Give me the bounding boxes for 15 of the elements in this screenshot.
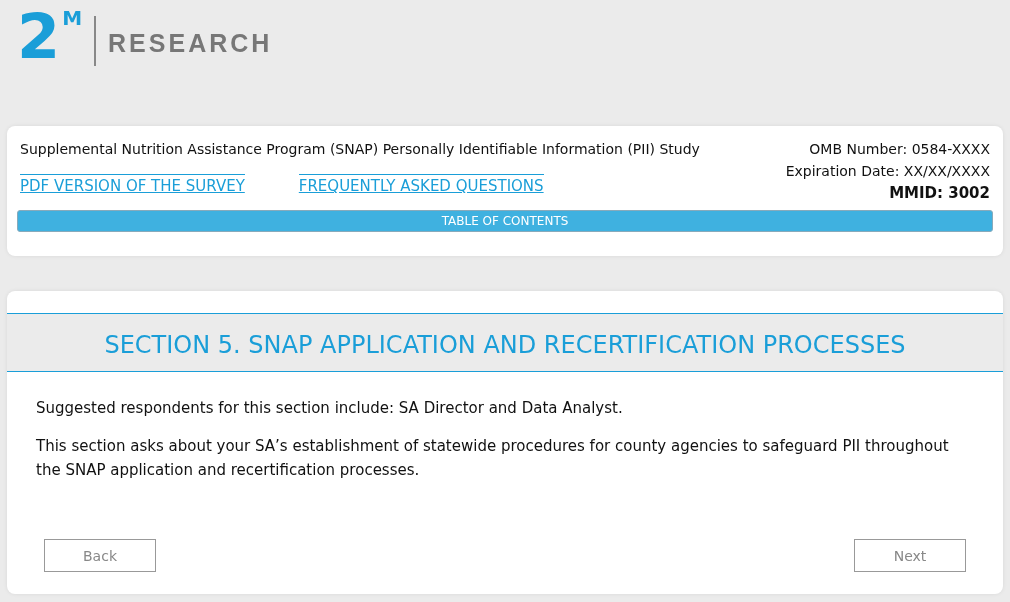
mmid-label: MMID: 3002 [888,183,990,204]
section-title: SECTION 5. SNAP APPLICATION AND RECERTIFICATION PROCESSES [7,313,1003,372]
study-title: Supplemental Nutrition Assistance Program (SNAP) Personally Identifiable Information (PII) Study [20,141,700,157]
table-of-contents-button[interactable]: TABLE OF CONTENTS [17,210,993,232]
logo-superscript: M [62,6,83,30]
header-link[interactable]: FREQUENTLY ASKED QUESTIONS [298,174,544,195]
header-link[interactable]: PDF VERSION OF THE SURVEY [20,174,245,195]
expiration-date: Expiration Date: XX/XX/XXXX [785,162,990,181]
section-paragraph: This section asks about your SA’s establishment of statewide procedures for county agencies to safeguard PII throughout the SNAP application and recertification processes. [36,436,950,481]
back-button[interactable]: Back [44,539,156,572]
next-button[interactable]: Next [854,539,966,572]
logo-text: RESEARCH [108,29,273,58]
section-paragraph: Suggested respondents for this section include: SA Director and Data Analyst. [36,398,624,419]
omb-number: OMB Number: 0584-XXXX [808,140,990,159]
logo-mark: 2 [17,2,61,72]
